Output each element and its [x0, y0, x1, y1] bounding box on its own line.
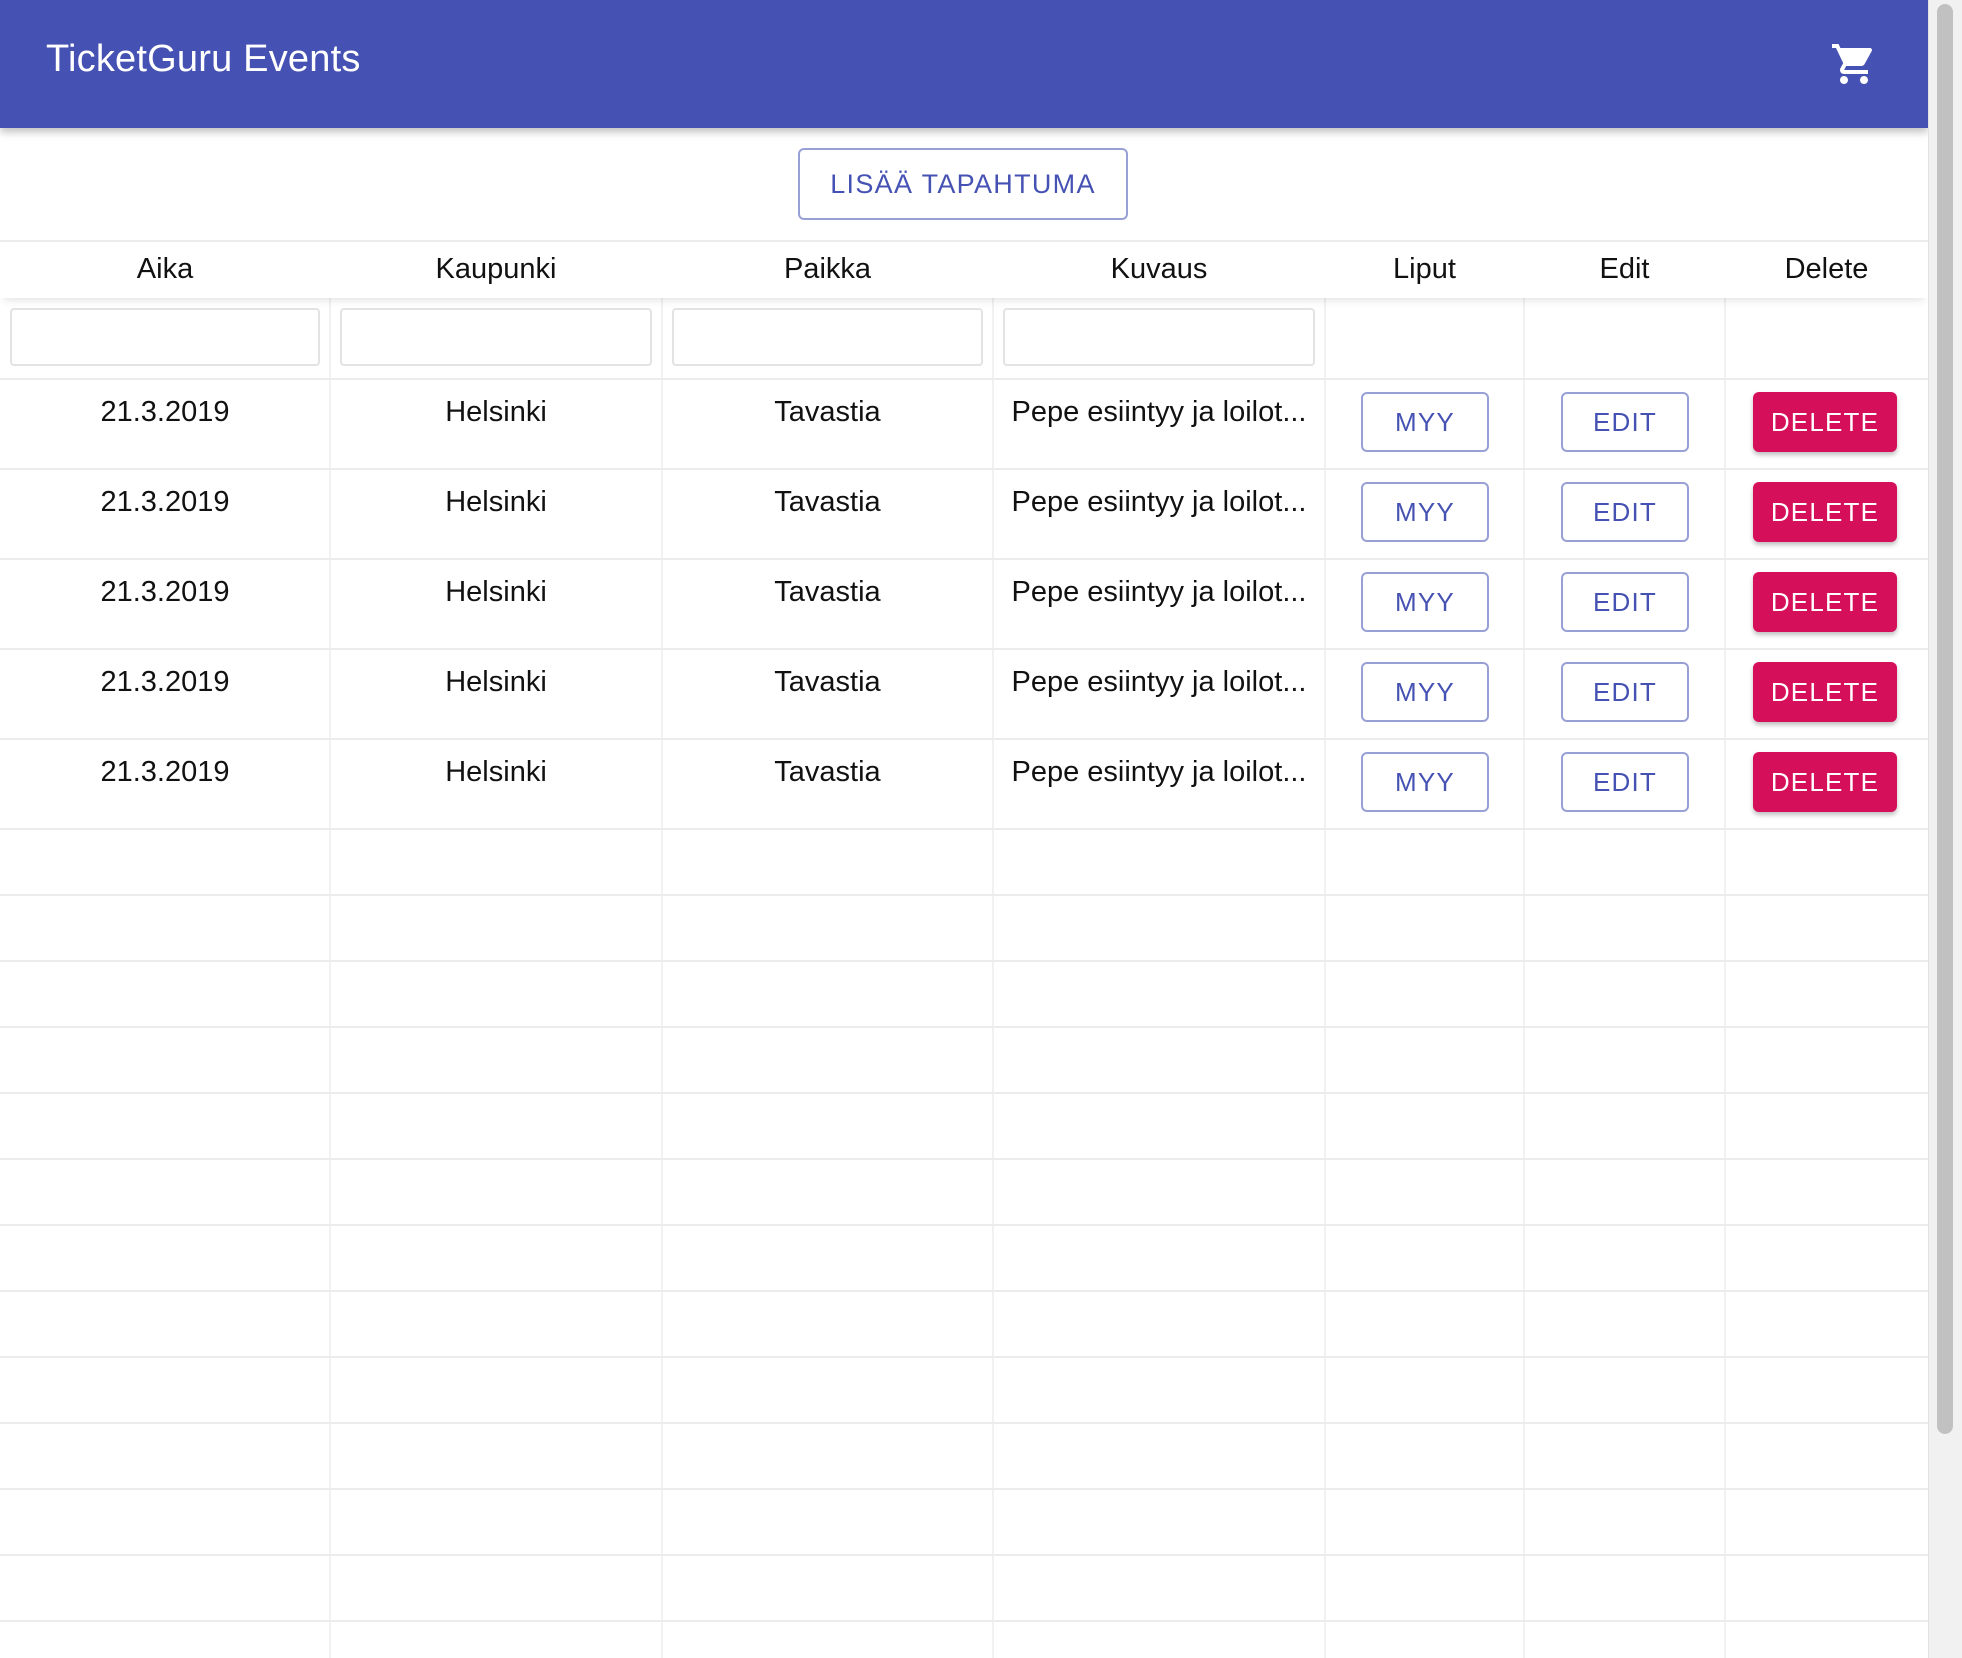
- cell-kaupunki: Helsinki: [445, 395, 547, 428]
- delete-button[interactable]: DELETE: [1753, 662, 1897, 722]
- filter-input-kaupunki[interactable]: [340, 308, 652, 366]
- table-header: Aika Kaupunki Paikka Kuvaus Liput Edit Delete: [0, 240, 1928, 298]
- edit-button[interactable]: EDIT: [1561, 392, 1689, 452]
- cell-aika: 21.3.2019: [100, 485, 230, 518]
- row-divider: [0, 738, 1928, 740]
- row-divider: [0, 1290, 1928, 1292]
- cell-aika: 21.3.2019: [100, 395, 230, 428]
- cell-paikka: Tavastia: [774, 395, 881, 428]
- cell-aika: 21.3.2019: [100, 665, 230, 698]
- scrollbar-thumb[interactable]: [1937, 4, 1953, 1434]
- row-divider: [0, 828, 1928, 830]
- filter-input-paikka[interactable]: [672, 308, 983, 366]
- column-divider: [329, 240, 331, 1658]
- app-bar: TicketGuru Events: [0, 0, 1928, 128]
- sell-tickets-button[interactable]: MYY: [1361, 662, 1489, 722]
- cell-paikka: Tavastia: [774, 485, 881, 518]
- row-divider: [0, 1620, 1928, 1622]
- cell-kaupunki: Helsinki: [445, 485, 547, 518]
- edit-button[interactable]: EDIT: [1561, 572, 1689, 632]
- cell-kuvaus: Pepe esiintyy ja loilot...: [1011, 395, 1307, 428]
- edit-button[interactable]: EDIT: [1561, 662, 1689, 722]
- app-title: TicketGuru Events: [46, 38, 361, 80]
- row-divider: [0, 240, 1928, 242]
- add-event-button[interactable]: LISÄÄ TAPAHTUMA: [798, 148, 1128, 220]
- edit-button[interactable]: EDIT: [1561, 752, 1689, 812]
- column-divider: [661, 240, 663, 1658]
- row-divider: [0, 1026, 1928, 1028]
- column-header-liput[interactable]: Liput: [1325, 240, 1524, 298]
- cell-kaupunki: Helsinki: [445, 575, 547, 608]
- row-divider: [0, 1488, 1928, 1490]
- cell-kuvaus: Pepe esiintyy ja loilot...: [1011, 575, 1307, 608]
- column-header-kaupunki[interactable]: Kaupunki: [330, 240, 662, 298]
- delete-button[interactable]: DELETE: [1753, 572, 1897, 632]
- filter-input-kuvaus[interactable]: [1003, 308, 1315, 366]
- filter-input-aika[interactable]: [10, 308, 320, 366]
- row-divider: [0, 558, 1928, 560]
- cell-kaupunki: Helsinki: [445, 665, 547, 698]
- cell-kuvaus: Pepe esiintyy ja loilot...: [1011, 485, 1307, 518]
- shopping-cart-icon[interactable]: [1830, 40, 1878, 88]
- column-header-paikka[interactable]: Paikka: [662, 240, 993, 298]
- sell-tickets-button[interactable]: MYY: [1361, 392, 1489, 452]
- row-divider: [0, 648, 1928, 650]
- cell-paikka: Tavastia: [774, 575, 881, 608]
- cell-paikka: Tavastia: [774, 755, 881, 788]
- row-divider: [0, 1422, 1928, 1424]
- cell-aika: 21.3.2019: [100, 575, 230, 608]
- delete-button[interactable]: DELETE: [1753, 752, 1897, 812]
- cell-kuvaus: Pepe esiintyy ja loilot...: [1011, 665, 1307, 698]
- cell-aika: 21.3.2019: [100, 755, 230, 788]
- row-divider: [0, 1224, 1928, 1226]
- edit-button[interactable]: EDIT: [1561, 482, 1689, 542]
- column-header-edit[interactable]: Edit: [1524, 240, 1725, 298]
- row-divider: [0, 1092, 1928, 1094]
- column-header-aika[interactable]: Aika: [0, 240, 330, 298]
- sell-tickets-button[interactable]: MYY: [1361, 482, 1489, 542]
- row-divider: [0, 960, 1928, 962]
- column-divider: [1324, 240, 1326, 1658]
- cell-kuvaus: Pepe esiintyy ja loilot...: [1011, 755, 1307, 788]
- row-divider: [0, 378, 1928, 380]
- row-divider: [0, 1158, 1928, 1160]
- row-divider: [0, 1554, 1928, 1556]
- sell-tickets-button[interactable]: MYY: [1361, 752, 1489, 812]
- delete-button[interactable]: DELETE: [1753, 392, 1897, 452]
- column-divider: [992, 240, 994, 1658]
- delete-button[interactable]: DELETE: [1753, 482, 1897, 542]
- column-divider: [1724, 240, 1726, 1658]
- column-header-kuvaus[interactable]: Kuvaus: [993, 240, 1325, 298]
- row-divider: [0, 894, 1928, 896]
- vertical-scrollbar[interactable]: [1928, 0, 1962, 1658]
- row-divider: [0, 1356, 1928, 1358]
- column-divider: [1523, 240, 1525, 1658]
- events-table: Aika Kaupunki Paikka Kuvaus Liput Edit Delete 2…: [0, 240, 1928, 1658]
- cell-paikka: Tavastia: [774, 665, 881, 698]
- cell-kaupunki: Helsinki: [445, 755, 547, 788]
- sell-tickets-button[interactable]: MYY: [1361, 572, 1489, 632]
- row-divider: [0, 468, 1928, 470]
- column-header-delete[interactable]: Delete: [1725, 240, 1928, 298]
